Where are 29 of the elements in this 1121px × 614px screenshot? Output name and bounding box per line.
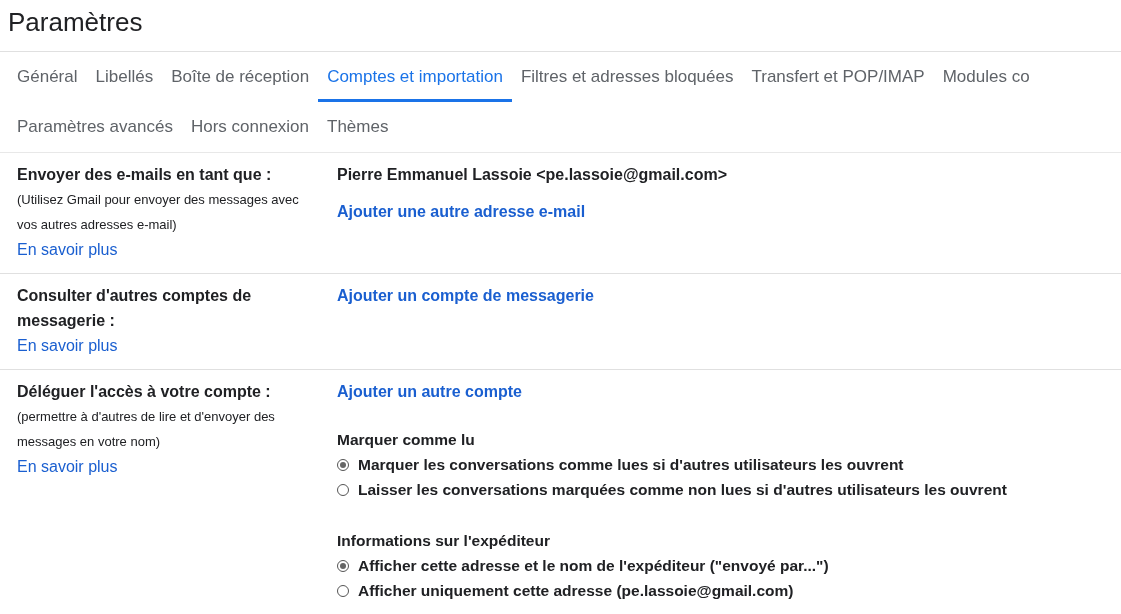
settings-tab[interactable]: Thèmes — [318, 102, 398, 152]
section-label: Déléguer l'accès à votre compte : — [17, 382, 272, 402]
section-label: Envoyer des e-mails en tant que : — [17, 165, 273, 185]
section-label: Consulter d'autres comptes de messagerie : — [17, 286, 253, 331]
section-description: (permettre à d'autres de lire et d'envoyer des messages en votre nom) — [17, 408, 276, 451]
settings-tab[interactable]: Modules co — [933, 52, 1039, 102]
settings-tab[interactable]: Transfert et POP/IMAP — [742, 52, 934, 102]
radio-option[interactable]: Laisser les conversations marquées comme non lues si d'autres utilisateurs les ouvrent — [337, 477, 1007, 502]
option-heading: Informations sur l'expéditeur — [337, 531, 550, 551]
settings-tab[interactable]: Libellés — [86, 52, 163, 102]
learn-more-link[interactable]: En savoir plus — [17, 237, 118, 262]
section-description: (Utilisez Gmail pour envoyer des messages avec vos autres adresses e-mail) — [17, 191, 300, 234]
settings-tab[interactable]: Filtres et adresses bloquées — [511, 52, 743, 102]
add-link[interactable]: Ajouter une autre adresse e-mail — [337, 199, 586, 224]
settings-tab[interactable]: Général — [8, 52, 87, 102]
radio-option[interactable]: Afficher cette adresse et le nom de l'expéditeur ("envoyé par...") — [337, 553, 829, 578]
option-heading: Marquer comme lu — [337, 430, 475, 450]
sender-address: Pierre Emmanuel Lassoie <pe.lassoie@gmail.com> — [337, 165, 727, 185]
settings-tab[interactable]: Hors connexion — [181, 102, 319, 152]
radio-option[interactable]: Afficher uniquement cette adresse (pe.lassoie@gmail.com) — [337, 578, 794, 603]
settings-tab[interactable]: Boîte de réception — [162, 52, 319, 102]
add-link[interactable]: Ajouter un autre compte — [337, 379, 522, 404]
radio-option[interactable]: Marquer les conversations comme lues si d'autres utilisateurs les ouvrent — [337, 452, 904, 477]
page-title: Paramètres — [0, 0, 1121, 52]
settings-tab[interactable]: Paramètres avancés — [8, 102, 182, 152]
add-link[interactable]: Ajouter un compte de messagerie — [337, 283, 594, 308]
learn-more-link[interactable]: En savoir plus — [17, 454, 118, 479]
learn-more-link[interactable]: En savoir plus — [17, 333, 118, 358]
settings-tab[interactable]: Comptes et importation — [318, 52, 512, 102]
